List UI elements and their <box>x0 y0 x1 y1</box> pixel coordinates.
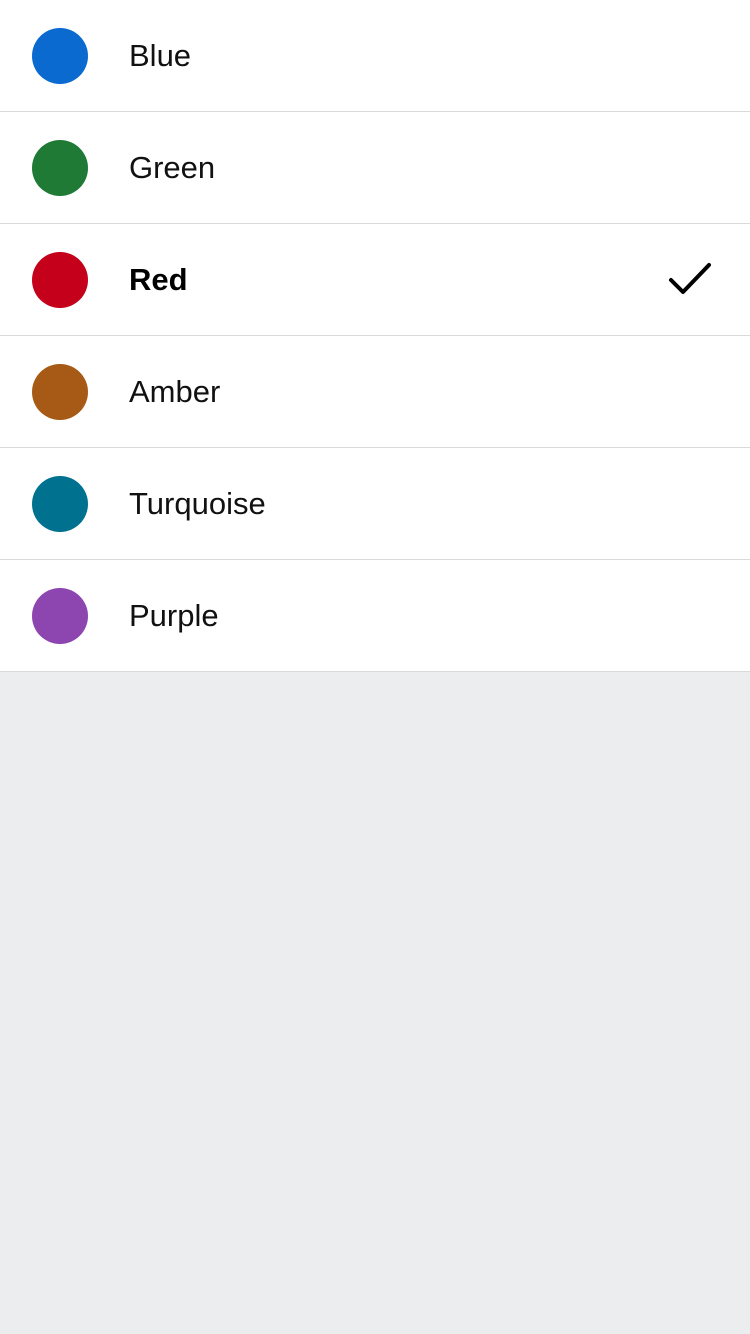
color-swatch-blue <box>32 28 88 84</box>
color-option-turquoise[interactable]: Turquoise <box>0 448 750 560</box>
color-swatch-red <box>32 252 88 308</box>
color-list: Blue Green Red Amber Turquoise Purple <box>0 0 750 672</box>
color-swatch-purple <box>32 588 88 644</box>
color-label-red: Red <box>129 262 188 297</box>
color-label-blue: Blue <box>129 38 192 73</box>
color-swatch-turquoise <box>32 476 88 532</box>
color-option-purple[interactable]: Purple <box>0 560 750 672</box>
color-swatch-amber <box>32 364 88 420</box>
color-option-green[interactable]: Green <box>0 112 750 224</box>
empty-background <box>0 672 750 1332</box>
color-label-green: Green <box>129 150 216 185</box>
color-label-amber: Amber <box>129 374 221 409</box>
color-swatch-green <box>32 140 88 196</box>
checkmark-icon <box>668 262 712 298</box>
color-option-amber[interactable]: Amber <box>0 336 750 448</box>
color-label-purple: Purple <box>129 598 219 633</box>
color-label-turquoise: Turquoise <box>129 486 266 521</box>
color-option-blue[interactable]: Blue <box>0 0 750 112</box>
color-option-red[interactable]: Red <box>0 224 750 336</box>
